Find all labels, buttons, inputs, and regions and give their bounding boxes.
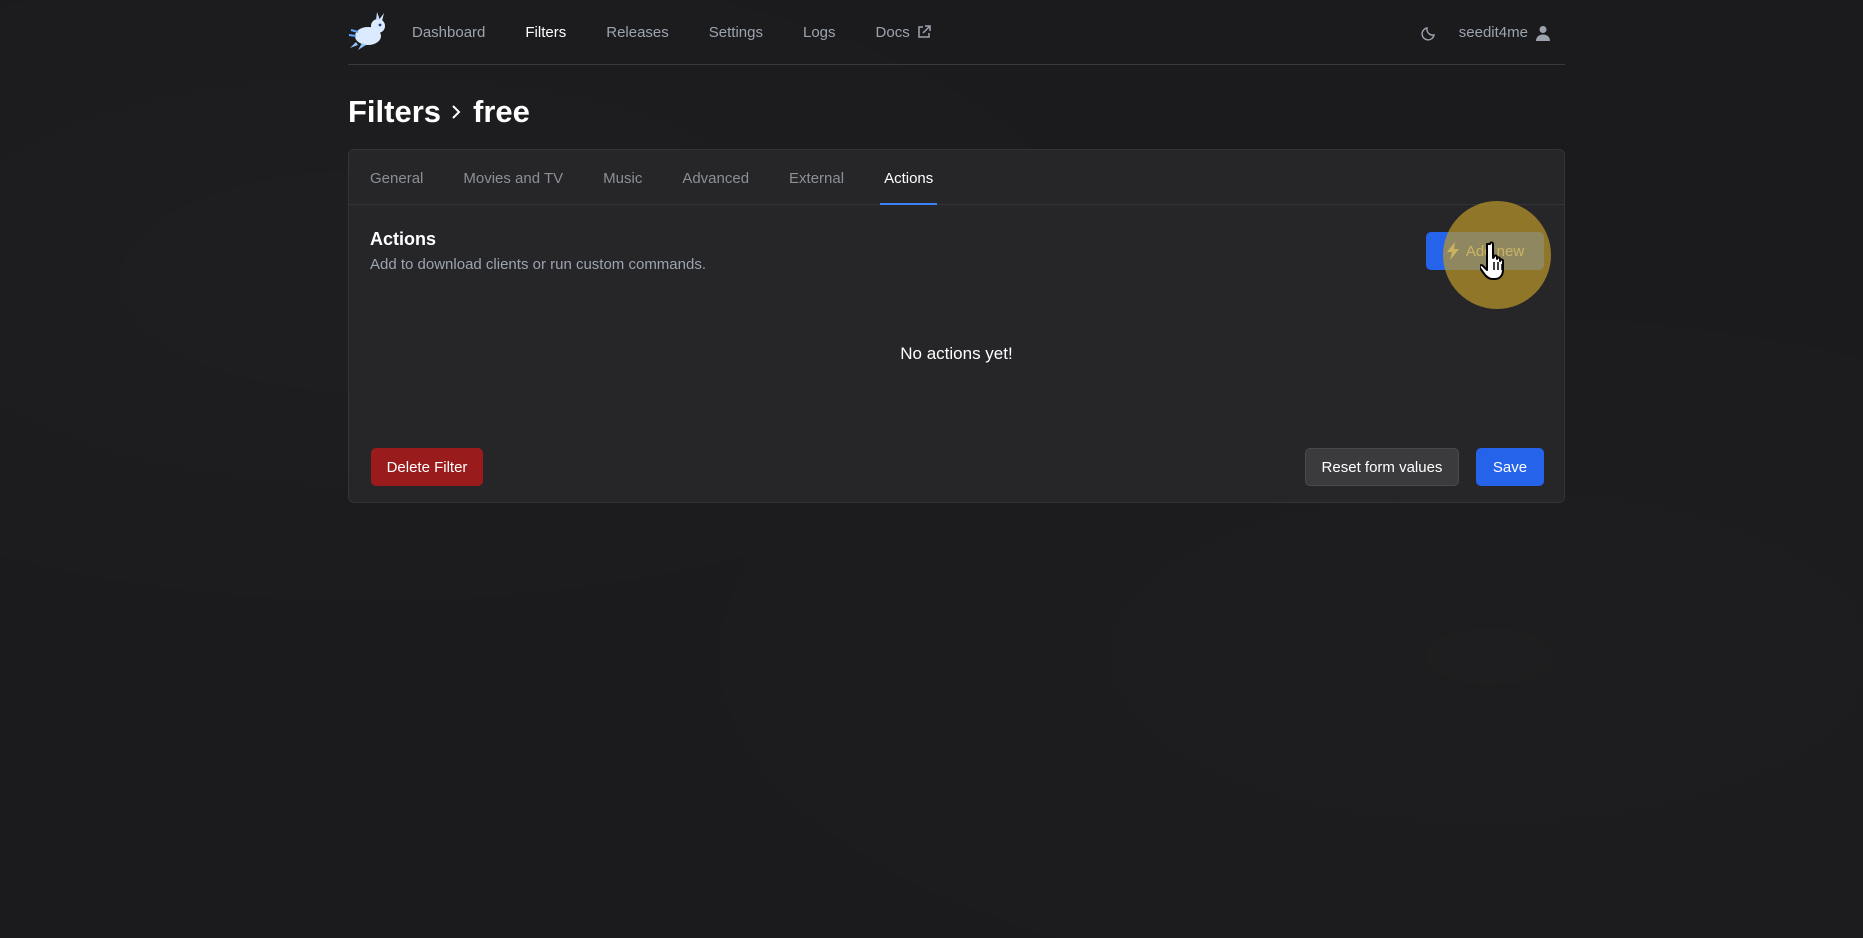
chevron-right-icon (449, 103, 463, 121)
tab-actions[interactable]: Actions (880, 170, 938, 205)
nav-settings[interactable]: Settings (709, 24, 763, 41)
nav-releases[interactable]: Releases (606, 24, 669, 41)
nav-docs-label: Docs (875, 23, 910, 41)
actions-title: Actions (370, 229, 437, 249)
nav-dashboard[interactable]: Dashboard (412, 24, 485, 41)
tab-music[interactable]: Music (603, 170, 642, 204)
user-icon (1536, 25, 1550, 41)
breadcrumb-current: free (473, 94, 530, 129)
breadcrumb-root[interactable]: Filters (348, 94, 441, 130)
filter-tabs: General Movies and TV Music Advanced Ext… (349, 150, 1564, 205)
actions-header: Actions Add to download clients or run c… (370, 229, 706, 273)
add-new-action-button[interactable]: Add new (1426, 232, 1544, 270)
reset-form-button[interactable]: Reset form values (1305, 448, 1459, 486)
page-container: Dashboard Filters Releases Settings Logs… (348, 0, 1565, 503)
user-menu[interactable]: seedit4me (1459, 24, 1550, 41)
top-navbar: Dashboard Filters Releases Settings Logs… (348, 0, 1565, 65)
moon-icon[interactable] (1421, 25, 1437, 41)
nav-filters[interactable]: Filters (525, 24, 566, 41)
tab-movies-and-tv[interactable]: Movies and TV (463, 170, 563, 204)
username: seedit4me (1458, 24, 1528, 41)
tab-external[interactable]: External (789, 170, 844, 204)
filter-card: General Movies and TV Music Advanced Ext… (348, 149, 1565, 503)
add-new-label: Add new (1465, 242, 1525, 260)
breadcrumb: Filters free (348, 89, 1565, 135)
nav-logs[interactable]: Logs (803, 24, 836, 41)
bolt-icon (1446, 242, 1460, 260)
actions-description: Add to download clients or run custom co… (370, 256, 706, 273)
nav-docs[interactable]: Docs (876, 24, 932, 41)
app-logo[interactable] (348, 11, 390, 53)
external-link-icon (916, 24, 932, 40)
empty-actions-message: No actions yet! (900, 344, 1013, 363)
tab-advanced[interactable]: Advanced (682, 170, 749, 204)
tab-general[interactable]: General (370, 170, 423, 204)
delete-filter-button[interactable]: Delete Filter (371, 448, 483, 486)
save-button[interactable]: Save (1476, 448, 1544, 486)
